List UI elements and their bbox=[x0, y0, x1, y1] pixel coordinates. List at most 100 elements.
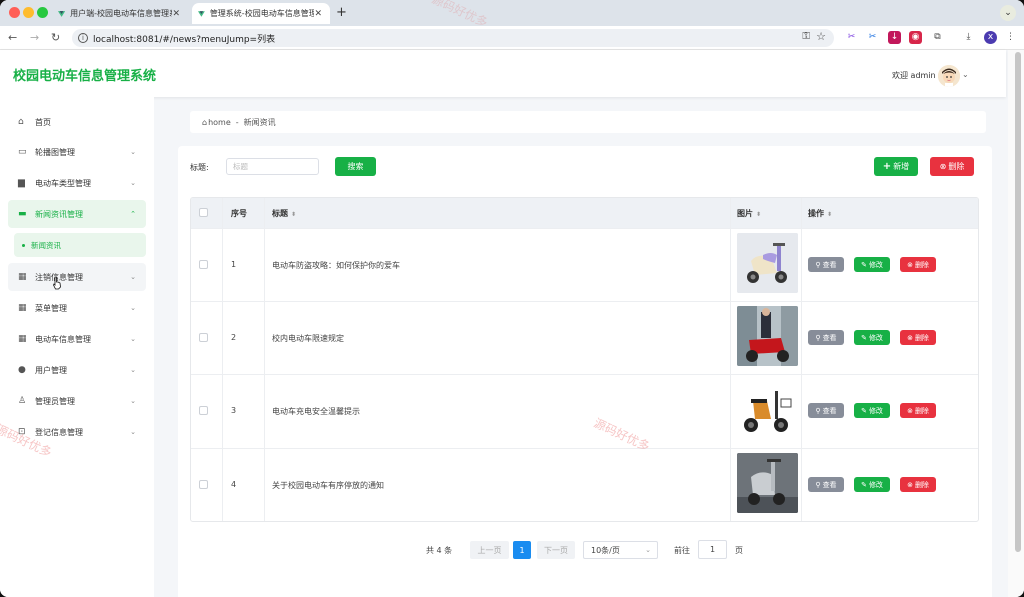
row-view-button[interactable]: ⚲ 查看 bbox=[808, 477, 844, 492]
row-title: 校内电动车限速规定 bbox=[272, 334, 344, 343]
minimize-window-button[interactable] bbox=[23, 7, 34, 18]
goto-page-input[interactable]: 1 bbox=[698, 540, 727, 559]
address-bar[interactable]: i localhost:8081/#/news?menuJump=列表 ⚿ ☆ bbox=[72, 29, 834, 47]
sidebar-item-admins[interactable]: ♙ 管理员管理 ⌄ bbox=[8, 387, 146, 415]
grid-icon: ▦ bbox=[18, 302, 27, 313]
maximize-window-button[interactable] bbox=[37, 7, 48, 18]
media-extension-icon[interactable]: ◉ bbox=[909, 31, 922, 44]
url-text: localhost:8081/#/news?menuJump=列表 bbox=[93, 35, 276, 45]
sidebar-item-label: 电动车信息管理 bbox=[35, 334, 91, 344]
user-menu-chevron-icon[interactable]: ⌄ bbox=[962, 70, 969, 79]
add-button[interactable]: + 新增 bbox=[874, 157, 918, 176]
chevron-down-icon: ⌄ bbox=[130, 304, 136, 312]
sidebar-item-menu[interactable]: ▦ 菜单管理 ⌄ bbox=[8, 294, 146, 322]
tab-search-icon[interactable]: ⌄ bbox=[1000, 5, 1016, 21]
row-checkbox[interactable] bbox=[199, 480, 208, 489]
bookmark-star-icon[interactable]: ☆ bbox=[816, 30, 826, 43]
grid-icon: ▦ bbox=[18, 271, 27, 282]
chevron-down-icon: ⌄ bbox=[130, 273, 136, 281]
sidebar-item-carousel[interactable]: ▭ 轮播图管理 ⌄ bbox=[8, 138, 146, 166]
sidebar-item-home[interactable]: ⌂ 首页 bbox=[8, 108, 146, 136]
cut-extension-icon[interactable]: ✂ bbox=[866, 31, 879, 44]
row-checkbox[interactable] bbox=[199, 406, 208, 415]
row-view-button[interactable]: ⚲ 查看 bbox=[808, 257, 844, 272]
row-view-button[interactable]: ⚲ 查看 bbox=[808, 330, 844, 345]
close-tab-icon[interactable]: ✕ bbox=[172, 9, 180, 19]
news-thumbnail[interactable] bbox=[737, 233, 798, 293]
back-arrow-icon[interactable]: ← bbox=[8, 31, 17, 44]
sort-icon[interactable]: ⬍ bbox=[291, 211, 296, 218]
breadcrumb-home[interactable]: home bbox=[208, 118, 231, 127]
row-divider bbox=[191, 228, 978, 229]
sidebar-subitem-news[interactable]: 新闻资讯 bbox=[14, 233, 146, 257]
delete-button-label: 删除 bbox=[948, 162, 965, 171]
news-thumbnail[interactable] bbox=[737, 379, 798, 439]
batch-delete-button[interactable]: ⊗ 删除 bbox=[930, 157, 974, 176]
page-number-button[interactable]: 1 bbox=[513, 541, 531, 559]
chevron-down-icon: ⌄ bbox=[130, 335, 136, 343]
sidebar-item-label: 新闻资讯管理 bbox=[35, 209, 83, 219]
delete-label: 删除 bbox=[914, 480, 929, 489]
search-title-input[interactable] bbox=[226, 158, 319, 175]
next-page-button[interactable]: 下一页 bbox=[537, 541, 575, 559]
row-checkbox[interactable] bbox=[199, 260, 208, 269]
header-title[interactable]: 标题 ⬍ bbox=[272, 208, 296, 219]
close-window-button[interactable] bbox=[9, 7, 20, 18]
row-checkbox[interactable] bbox=[199, 333, 208, 342]
sidebar-item-news[interactable]: ▬ 新闻资讯管理 ⌃ bbox=[8, 200, 146, 228]
news-thumbnail[interactable] bbox=[737, 453, 798, 513]
row-edit-button[interactable]: ✎ 修改 bbox=[854, 330, 890, 345]
news-thumbnail[interactable] bbox=[737, 306, 798, 366]
page-scrollbar-thumb[interactable] bbox=[1015, 52, 1021, 552]
sort-icon[interactable]: ⬍ bbox=[827, 211, 832, 218]
row-delete-button[interactable]: ⊗ 删除 bbox=[900, 403, 936, 418]
page-size-select[interactable]: 10条/页 ⌄ bbox=[583, 541, 658, 559]
prev-page-button[interactable]: 上一页 bbox=[470, 541, 509, 559]
site-info-icon[interactable]: i bbox=[78, 33, 88, 43]
row-edit-button[interactable]: ✎ 修改 bbox=[854, 403, 890, 418]
reload-icon[interactable]: ↻ bbox=[51, 31, 60, 44]
extensions-puzzle-icon[interactable]: ⧉ bbox=[931, 31, 944, 44]
row-edit-button[interactable]: ✎ 修改 bbox=[854, 257, 890, 272]
select-all-checkbox[interactable] bbox=[199, 208, 208, 217]
sort-icon[interactable]: ⬍ bbox=[756, 211, 761, 218]
news-icon: ▬ bbox=[18, 208, 27, 219]
sidebar-item-cancellation[interactable]: ▦ 注销信息管理 ⌄ bbox=[8, 263, 146, 291]
sidebar-item-label: 管理员管理 bbox=[35, 396, 75, 406]
goto-unit: 页 bbox=[735, 546, 743, 555]
grey-scooter-image bbox=[737, 453, 798, 513]
downloads-icon[interactable]: ⤓ bbox=[962, 31, 975, 44]
header-ops-label: 操作 bbox=[808, 209, 824, 218]
browser-tab-admin[interactable]: 管理系统-校园电动车信息管理系统 ✕ bbox=[192, 3, 330, 24]
row-delete-button[interactable]: ⊗ 删除 bbox=[900, 330, 936, 345]
password-key-icon[interactable]: ⚿ bbox=[802, 31, 810, 42]
sidebar-item-users[interactable]: ● 用户管理 ⌄ bbox=[8, 356, 146, 384]
browser-tab-user-side[interactable]: 用户端-校园电动车信息管理系统 ✕ bbox=[52, 3, 188, 24]
edit-label: 修改 bbox=[868, 333, 883, 342]
sidebar-item-label: 菜单管理 bbox=[35, 303, 67, 313]
new-tab-icon[interactable]: + bbox=[336, 5, 347, 20]
search-button[interactable]: 搜索 bbox=[335, 157, 376, 176]
row-edit-button[interactable]: ✎ 修改 bbox=[854, 477, 890, 492]
sidebar-subitem-label: 新闻资讯 bbox=[31, 240, 61, 250]
circle-x-icon: ⊗ bbox=[907, 480, 913, 489]
page-size-value: 10条/页 bbox=[591, 545, 620, 555]
goto-label: 前往 bbox=[674, 546, 690, 555]
forward-arrow-icon[interactable]: → bbox=[30, 31, 39, 44]
row-view-button[interactable]: ⚲ 查看 bbox=[808, 403, 844, 418]
user-avatar[interactable] bbox=[938, 65, 960, 87]
profile-avatar-icon[interactable]: x bbox=[984, 31, 997, 44]
sidebar-item-ebike-info[interactable]: ▦ 电动车信息管理 ⌄ bbox=[8, 325, 146, 353]
header-image[interactable]: 图片 ⬍ bbox=[737, 208, 761, 219]
chevron-up-icon: ⌃ bbox=[130, 210, 136, 218]
header-operations[interactable]: 操作 ⬍ bbox=[808, 208, 832, 219]
row-delete-button[interactable]: ⊗ 删除 bbox=[900, 257, 936, 272]
home-icon[interactable]: ⌂ bbox=[202, 118, 207, 127]
browser-menu-icon[interactable]: ⋮ bbox=[1004, 31, 1017, 44]
close-tab-icon[interactable]: ✕ bbox=[314, 9, 322, 19]
row-delete-button[interactable]: ⊗ 删除 bbox=[900, 477, 936, 492]
download-extension-icon[interactable]: ↓ bbox=[888, 31, 901, 44]
sidebar-item-ebike-type[interactable]: ▆ 电动车类型管理 ⌄ bbox=[8, 169, 146, 197]
sidebar-item-label: 轮播图管理 bbox=[35, 147, 75, 157]
scissors-extension-icon[interactable]: ✂ bbox=[845, 31, 858, 44]
